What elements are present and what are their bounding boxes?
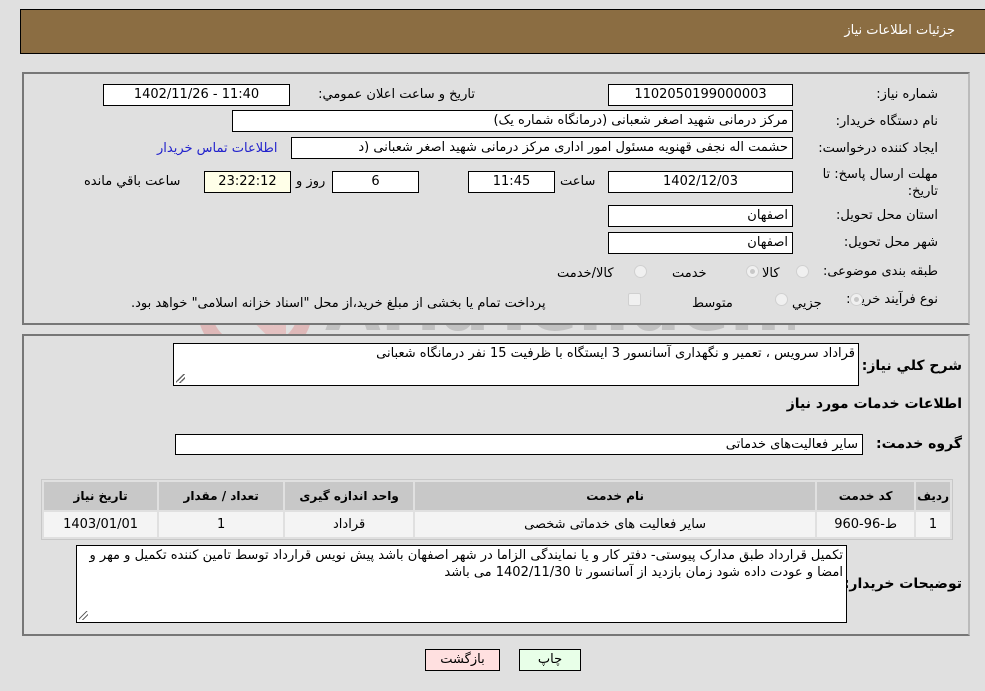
category-goods-radio[interactable]	[796, 265, 809, 278]
column-header-quantity: تعداد / مقدار	[159, 482, 284, 510]
process-minor-label: جزيي	[792, 296, 822, 311]
category-service-radio[interactable]	[746, 265, 759, 278]
cell-quantity: 1	[159, 512, 284, 537]
need-number-field[interactable]: 1102050199000003	[608, 84, 793, 106]
table-header-row: ردیف کد خدمت نام خدمت واحد اندازه گیری ت…	[44, 482, 950, 510]
description-text: قراداد سرویس ، تعمیر و نگهداری آسانسور 3…	[376, 346, 855, 361]
deadline-time-field[interactable]: 11:45	[468, 171, 555, 193]
column-header-service-code: کد خدمت	[817, 482, 915, 510]
process-minor-radio[interactable]	[850, 293, 863, 306]
cell-unit: قراداد	[285, 512, 414, 537]
column-header-unit: واحد اندازه گیری	[285, 482, 414, 510]
category-goods-service-label: کالا/خدمت	[557, 266, 614, 281]
remaining-time-field: 23:22:12	[204, 171, 291, 193]
services-section-title: اطلاعات خدمات مورد نیاز	[786, 396, 962, 412]
cell-service-code: ط-96-960	[817, 512, 915, 537]
announce-date-field[interactable]: 1402/11/26 - 11:40	[103, 84, 290, 106]
description-textarea[interactable]: قراداد سرویس ، تعمیر و نگهداری آسانسور 3…	[173, 343, 859, 386]
cell-need-date: 1403/01/01	[44, 512, 158, 537]
deadline-time-label: ساعت	[560, 174, 596, 189]
column-header-need-date: تاریخ نیاز	[44, 482, 158, 510]
buyer-notes-text: تکمیل قرارداد طبق مدارک پیوستی- دفتر کار…	[89, 548, 843, 580]
print-button[interactable]: چاپ	[519, 649, 581, 671]
buyer-org-label: نام دستگاه خریدار:	[835, 114, 938, 129]
column-header-row-number: ردیف	[916, 482, 950, 510]
remaining-time-label: ساعت باقي مانده	[84, 174, 181, 189]
services-table: ردیف کد خدمت نام خدمت واحد اندازه گیری ت…	[41, 479, 953, 540]
buyer-notes-label: توضیحات خریدار:	[843, 576, 962, 592]
city-label: شهر محل تحویل:	[843, 235, 938, 250]
resize-grip-icon[interactable]	[79, 611, 88, 620]
back-button[interactable]: بازگشت	[425, 649, 500, 671]
city-field[interactable]: اصفهان	[608, 232, 793, 254]
buyer-org-field[interactable]: مرکز درمانی شهید اصغر شعبانی (درمانگاه ش…	[232, 110, 793, 132]
page-header: جزئیات اطلاعات نیاز	[20, 9, 985, 54]
province-label: استان محل تحویل:	[836, 208, 938, 223]
buyer-notes-textarea[interactable]: تکمیل قرارداد طبق مدارک پیوستی- دفتر کار…	[76, 545, 847, 623]
deadline-label: مهلت ارسال پاسخ: تا تاریخ:	[822, 167, 938, 199]
column-header-service-name: نام خدمت	[415, 482, 816, 510]
cell-row-number: 1	[916, 512, 950, 537]
need-number-label: شماره نیاز:	[876, 87, 938, 102]
need-details-panel: شماره نیاز: 1102050199000003 تاریخ و ساع…	[22, 72, 970, 325]
treasury-checkbox[interactable]	[628, 293, 641, 306]
category-goods-label: کالا	[762, 266, 780, 281]
need-description-panel: شرح كلي نياز: قراداد سرویس ، تعمیر و نگه…	[22, 334, 970, 636]
service-group-field[interactable]: سایر فعالیت‌های خدماتی	[175, 434, 863, 455]
deadline-date-field[interactable]: 1402/12/03	[608, 171, 793, 193]
buyer-contact-link[interactable]: اطلاعات تماس خریدار	[157, 141, 277, 156]
requester-label: ایجاد کننده درخواست:	[818, 141, 938, 156]
table-row: 1 ط-96-960 سایر فعالیت های خدماتی شخصی ق…	[44, 512, 950, 537]
cell-service-name: سایر فعالیت های خدماتی شخصی	[415, 512, 816, 537]
requester-field[interactable]: حشمت اله نجفی قهنویه مسئول امور اداری مر…	[291, 137, 793, 159]
treasury-note: پرداخت تمام یا بخشی از مبلغ خرید،از محل …	[131, 296, 546, 311]
category-service-label: خدمت	[672, 266, 707, 281]
days-label: روز و	[296, 174, 326, 189]
process-medium-label: متوسط	[692, 296, 733, 311]
category-label: طبقه بندی موضوعی:	[822, 264, 938, 279]
remaining-days-field[interactable]: 6	[332, 171, 419, 193]
description-label: شرح كلي نياز:	[861, 358, 962, 374]
resize-grip-icon[interactable]	[176, 374, 185, 383]
page-title: جزئیات اطلاعات نیاز	[844, 23, 955, 38]
service-group-label: گروه خدمت:	[876, 436, 962, 452]
process-medium-radio[interactable]	[775, 293, 788, 306]
announce-date-label: تاریخ و ساعت اعلان عمومي:	[318, 87, 475, 102]
province-field[interactable]: اصفهان	[608, 205, 793, 227]
category-goods-service-radio[interactable]	[634, 265, 647, 278]
